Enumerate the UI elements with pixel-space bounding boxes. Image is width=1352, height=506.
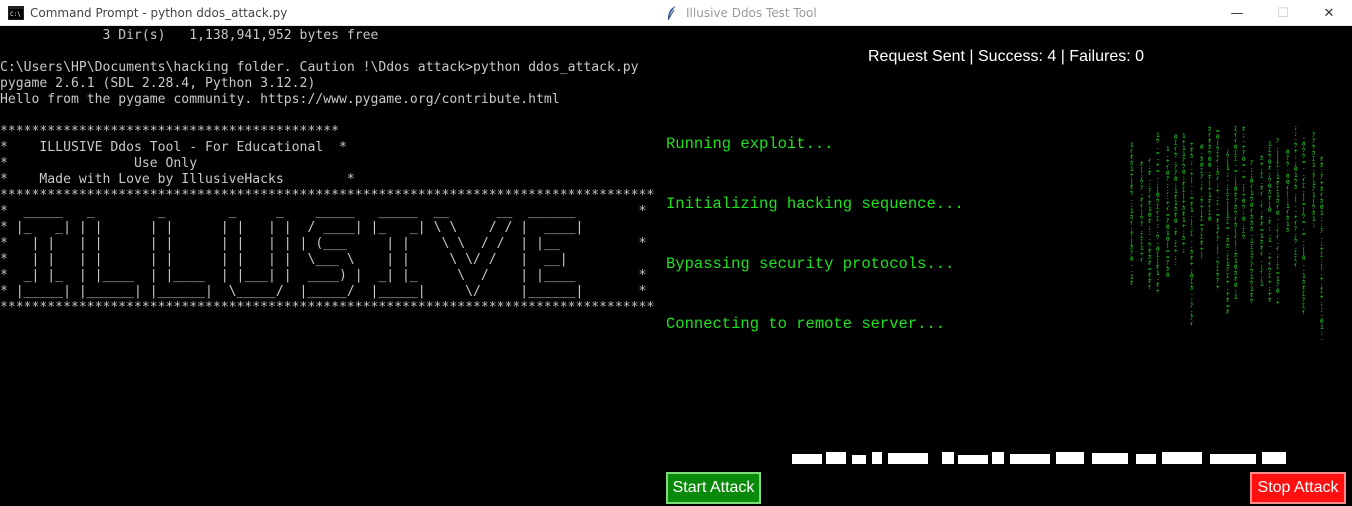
stop-attack-button[interactable]: Stop Attack xyxy=(1250,472,1346,504)
matrix-column: 1 ｳ . = - + = . : | 0 ｳ ｴ ｲ ｴ ; . ｳ - 0 … xyxy=(1156,132,1160,295)
tool-canvas: Request Sent | Success: 4 | Failures: 0 … xyxy=(656,26,1352,506)
matrix-column: 1 + 1 1 ｱ ｳ 0 : ｵ ｴ | + ｶ ｵ 1 + : ｶ + ; xyxy=(1182,133,1186,254)
matrix-column: = 0 | ｳ ｴ ｲ ; ｶ ｲ : + - ｴ - = ｵ 1 ｲ ｱ ; … xyxy=(1216,128,1220,291)
console-line: * |_ _| | | | | | | | | / ____| |_ _| \ … xyxy=(0,220,584,235)
log-line: Initializing hacking sequence... xyxy=(666,195,964,213)
console-line: * _| |_ | |____ | |____ | |___| | ____) … xyxy=(0,268,647,283)
matrix-column: ｵ | ; ｳ ｱ - ｵ ｲ | ｳ ｱ . ｴ ｴ 1 + ｲ xyxy=(1140,161,1144,264)
exploit-log: Running exploit... Initializing hacking … xyxy=(666,94,964,374)
console-line: ****************************************… xyxy=(0,300,655,315)
matrix-column: + ｵ ｶ ; . + | - : = ｵ 1 - | : ｴ . . ｶ ｵ … xyxy=(1190,141,1194,328)
matrix-column: ｱ . | | ｴ : 1 ｵ ｴ 1 ｶ ｲ 0 - : ｲ ｲ - ｲ ; … xyxy=(1276,138,1280,307)
matrix-column: ｲ : ｵ . : ｱ ｲ ｵ 1 0 ｵ ; : - ｳ ｵ ｶ ｵ = ｵ … xyxy=(1148,158,1152,291)
cmd-icon: C:\ xyxy=(8,5,24,21)
matrix-column: ｵ ; - + ｱ 0 = - = . | + 0 ｳ : 0 : ｴ ｳ xyxy=(1242,126,1246,241)
matrix-column: - 0 ｳ ｳ = - . ｲ ｴ ; | = | ｳ = . = . ; | … xyxy=(1302,135,1306,316)
console-line: * Made with Love by IllusiveHacks * xyxy=(0,172,355,187)
cmd-window-title: Command Prompt - python ddos_attack.py xyxy=(30,5,288,20)
start-attack-button[interactable]: Start Attack xyxy=(666,472,761,504)
console-line: * | | | | | | | | | | | (___ | | \ \ / /… xyxy=(0,236,647,251)
matrix-column: ｱ ｱ ｳ ｶ ｴ 1 ; ｱ 1 ｱ 1 | ｳ ｶ 1 : xyxy=(1312,132,1316,229)
console-line: * ILLUSIVE Ddos Tool - For Educational * xyxy=(0,140,347,155)
console-line: * | | | | | | | | | | \___ \ | | \ \/ / … xyxy=(0,252,568,267)
matrix-column: ; ｳ | 1 ; - : ｴ ｴ | | 1 ｴ = . ｶ ｶ : ｴ 1 … xyxy=(1226,147,1230,316)
console-line: * Use Only xyxy=(0,156,198,171)
console-line: pygame 2.6.1 (SDL 2.28.4, Python 3.12.2) xyxy=(0,76,316,91)
tool-title-bar[interactable]: Illusive Ddos Test Tool — ☐ ✕ xyxy=(656,0,1352,26)
console-line: C:\Users\HP\Documents\hacking folder. Ca… xyxy=(0,60,639,75)
request-status: Request Sent | Success: 4 | Failures: 0 xyxy=(868,48,1144,65)
matrix-rain-animation: 1 ｲ ｵ ｶ 1 + | ｵ ｳ . : 1 ｶ ｲ ; ｱ | ｶ ｱ 0 … xyxy=(1126,124,1332,343)
matrix-column: ｶ ｲ ｵ ｶ ｳ 0 0 . ｵ | + 1 ｵ ｲ ｴ 0 xyxy=(1208,126,1212,223)
console-line: 3 Dir(s) 1,138,941,952 bytes free xyxy=(0,28,379,43)
matrix-column: ｴ ｲ ｲ 0 ｴ ｴ - = : | 0 ｵ ｱ ｶ ｳ ｲ ｶ | ｲ | … xyxy=(1234,126,1238,301)
matrix-column: 1 ｲ ｵ ｶ 1 + | ｵ ｳ . : 1 ｶ ｲ ; ｱ | ｶ ｱ 0 … xyxy=(1130,142,1134,287)
ddos-tool-window[interactable]: Illusive Ddos Test Tool — ☐ ✕ Request Se… xyxy=(656,0,1352,506)
console-line: * |_____| |______| |______| \_____/ |___… xyxy=(0,284,647,299)
log-line: Bypassing security protocols... xyxy=(666,255,955,273)
maximize-button[interactable]: ☐ xyxy=(1260,0,1306,26)
matrix-column: ; ; - ｳ + : ; 0 1 ｳ ｶ . | . - + ｲ ｱ ; ｳ … xyxy=(1294,124,1298,269)
matrix-column: 1 ｴ ｳ 0 ｵ ; ｳ 0 ｶ ｵ | 0 . ｵ ; . 1 - . + … xyxy=(1268,141,1272,304)
matrix-column: ｱ ; ; 0 ｲ 1 ｳ 0 ｲ ｶ ｶ ｶ - 1 ｴ 1 ｱ ｱ ｳ 1 … xyxy=(1250,160,1254,305)
log-line: Running exploit... xyxy=(666,135,834,153)
cmd-title-bar[interactable]: C:\ Command Prompt - python ddos_attack.… xyxy=(0,0,656,26)
close-button[interactable]: ✕ xyxy=(1306,0,1352,26)
feather-icon xyxy=(664,5,680,21)
command-prompt-window[interactable]: C:\ Command Prompt - python ddos_attack.… xyxy=(0,0,656,506)
minimize-button[interactable]: — xyxy=(1214,0,1260,26)
console-line: Hello from the pygame community. https:/… xyxy=(0,92,560,107)
svg-text:C:\: C:\ xyxy=(10,11,21,18)
console-output[interactable]: 3 Dir(s) 1,138,941,952 bytes free C:\User… xyxy=(0,28,656,506)
matrix-column: 0 ｴ ｲ ｳ . ｱ ｱ 0 : 1 ｵ 1 ｶ ｵ 0 . ｵ . ｴ + … xyxy=(1174,134,1178,267)
console-line: * _____ _ _ _ _ _____ _____ __ __ ______… xyxy=(0,204,647,219)
matrix-column: ｶ + ; ｴ . ｵ ｲ . ｲ : ｵ ｵ = 1 ｶ ｵ ｲ . ; ｲ … xyxy=(1260,155,1264,288)
matrix-column: 1 . + ｲ 0 ｱ ; ; : + ｲ = ｱ 0 1 0 | = = ｱ … xyxy=(1166,146,1170,279)
console-line: ****************************************… xyxy=(0,124,339,139)
console-line: ****************************************… xyxy=(0,188,655,203)
matrix-column: 0 - ｶ 0 ｴ ｱ : ｲ . ｳ + | ｴ = ｱ ｴ ｵ + | xyxy=(1200,144,1204,259)
matrix-column: 0 ｱ ｳ - 0 0 ｲ | : 1 ｲ ｶ 1 ｶ xyxy=(1286,149,1290,234)
log-line: Connecting to remote server... xyxy=(666,315,946,333)
matrix-column: ｵ ｶ : ｱ + ｶ ｲ ｶ 0 1 : : ｱ . ; + ｴ : | . … xyxy=(1320,156,1324,343)
scrolling-banner-graphic xyxy=(792,452,1286,464)
tool-window-title: Illusive Ddos Test Tool xyxy=(686,5,817,20)
